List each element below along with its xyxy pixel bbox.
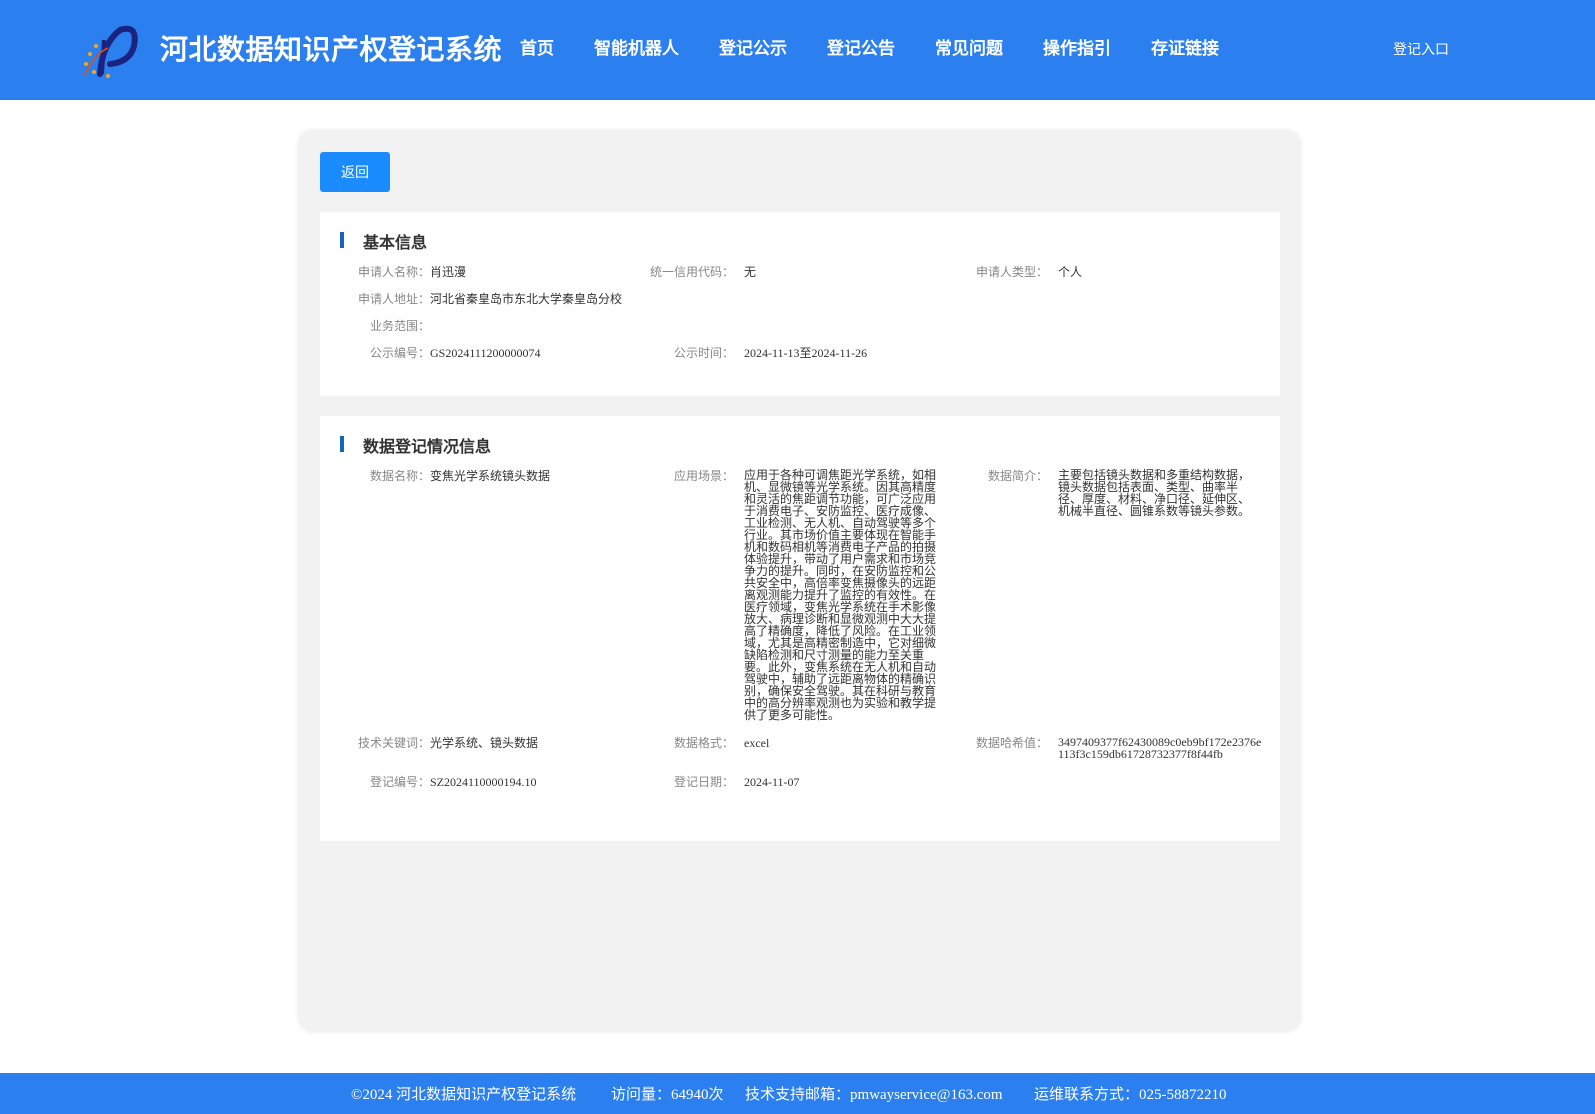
credit-code-value: 无 bbox=[744, 265, 757, 279]
footer-email: 技术支持邮箱：pmwayservice@163.com bbox=[745, 1087, 1003, 1103]
logo-emblem-icon bbox=[83, 25, 138, 78]
header-bar: 河北数据知识产权登记系统 首页 智能机器人 登记公示 登记公告 常见问题 操作指… bbox=[0, 0, 1595, 100]
scenario-label: 应用场景： bbox=[673, 469, 734, 483]
nav-announcement[interactable]: 登记公告 bbox=[827, 34, 895, 59]
applicant-name-label: 申请人名称： bbox=[357, 265, 430, 279]
data-name-value: 变焦光学系统镜头数据 bbox=[430, 469, 551, 483]
data-info-panel: 数据登记情况信息 数据名称： 变焦光学系统镜头数据 应用场景： 应用于各种可调焦… bbox=[320, 416, 1280, 841]
address-value: 河北省秦皇岛市东北大学秦皇岛分校 bbox=[430, 292, 623, 306]
login-link[interactable]: 登记入口 bbox=[1393, 39, 1449, 59]
nav-publicity[interactable]: 登记公示 bbox=[719, 34, 787, 59]
applicant-name-value: 肖迅漫 bbox=[430, 265, 467, 279]
notice-time-value: 2024-11-13至2024-11-26 bbox=[744, 346, 868, 360]
scenario-value: 应用于各种可调焦距光学系统，如相机、显微镜等光学系统。因其高精度和灵活的焦距调节… bbox=[744, 468, 937, 722]
keywords-label: 技术关键词： bbox=[357, 736, 430, 750]
notice-time-label: 公示时间： bbox=[673, 346, 734, 360]
reg-no-value: SZ2024110000194.10 bbox=[430, 775, 537, 789]
hash-label: 数据哈希值： bbox=[975, 736, 1048, 750]
keywords-value: 光学系统、镜头数据 bbox=[430, 736, 539, 750]
back-button[interactable]: 返回 bbox=[320, 152, 390, 192]
basic-info-title: 基本信息 bbox=[363, 233, 428, 252]
scope-label: 业务范围： bbox=[369, 319, 430, 333]
address-label: 申请人地址： bbox=[357, 292, 430, 306]
hash-value: 3497409377f62430089c0eb9bf172e2376e113f3… bbox=[1058, 735, 1262, 761]
intro-value: 主要包括镜头数据和多重结构数据，镜头数据包括表面、类型、曲率半径、厚度、材料、净… bbox=[1058, 468, 1251, 518]
nav-chain-link[interactable]: 存证链接 bbox=[1151, 34, 1219, 59]
nav-faq[interactable]: 常见问题 bbox=[935, 34, 1003, 59]
format-value: excel bbox=[744, 736, 770, 750]
main-nav: 首页 智能机器人 登记公示 登记公告 常见问题 操作指引 存证链接 bbox=[520, 34, 1259, 59]
notice-no-value: GS2024111200000074 bbox=[430, 346, 541, 360]
section-marker bbox=[340, 436, 344, 452]
notice-no-label: 公示编号： bbox=[369, 346, 430, 360]
reg-date-value: 2024-11-07 bbox=[744, 775, 800, 789]
site-title: 河北数据知识产权登记系统 bbox=[160, 33, 503, 66]
footer-visits: 访问量：64940次 bbox=[611, 1087, 724, 1103]
section-marker bbox=[340, 232, 344, 248]
detail-card: 返回 基本信息 申请人名称： 肖迅漫 统一信用代码： 无 申请人类型： 个人 申… bbox=[299, 131, 1300, 1031]
data-info-title: 数据登记情况信息 bbox=[363, 437, 492, 456]
site-logo bbox=[80, 24, 138, 80]
footer-contact: 运维联系方式：025-58872210 bbox=[1034, 1087, 1227, 1103]
intro-label: 数据简介： bbox=[987, 469, 1048, 483]
footer-bar: ©2024 河北数据知识产权登记系统 访问量：64940次 技术支持邮箱：pmw… bbox=[0, 1073, 1595, 1114]
reg-date-label: 登记日期： bbox=[673, 775, 734, 789]
credit-code-label: 统一信用代码： bbox=[649, 265, 734, 279]
nav-home[interactable]: 首页 bbox=[520, 34, 554, 59]
reg-no-label: 登记编号： bbox=[369, 775, 430, 789]
format-label: 数据格式： bbox=[673, 736, 734, 750]
applicant-type-label: 申请人类型： bbox=[975, 265, 1048, 279]
nav-robot[interactable]: 智能机器人 bbox=[594, 34, 679, 59]
data-name-label: 数据名称： bbox=[369, 469, 430, 483]
nav-guide[interactable]: 操作指引 bbox=[1043, 34, 1111, 59]
basic-info-panel: 基本信息 申请人名称： 肖迅漫 统一信用代码： 无 申请人类型： 个人 申请人地… bbox=[320, 212, 1280, 396]
applicant-type-value: 个人 bbox=[1058, 265, 1083, 279]
footer-copyright: ©2024 河北数据知识产权登记系统 bbox=[351, 1087, 577, 1103]
